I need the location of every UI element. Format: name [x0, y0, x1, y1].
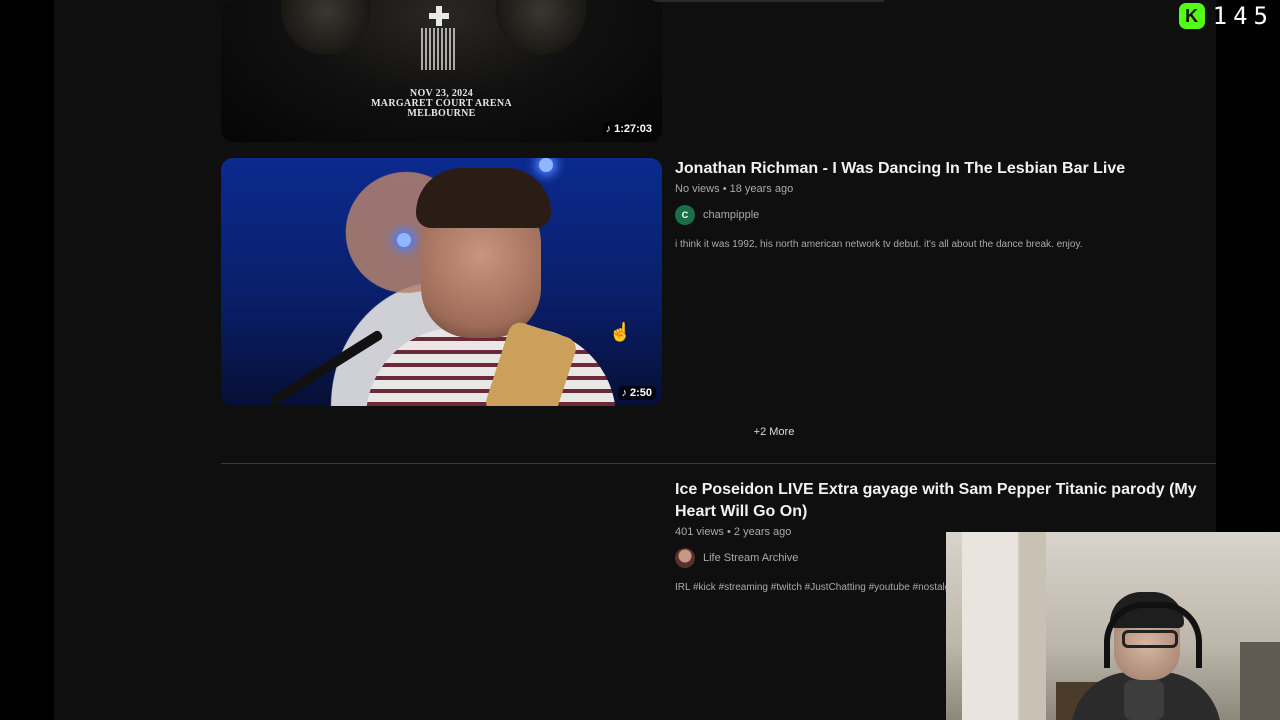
upload-age: 18 years ago — [729, 183, 794, 195]
stage-light-icon — [539, 158, 553, 172]
video-title[interactable]: Jonathan Richman - I Was Dancing In The … — [675, 158, 1215, 180]
video-stats: No views • 18 years ago — [675, 183, 1215, 195]
hand-cursor-icon: ☝ — [609, 322, 632, 342]
webcam-overlay — [946, 532, 1280, 720]
music-note-icon: ♪ — [605, 122, 612, 135]
video-title[interactable]: Ice Poseidon LIVE Extra gayage with Sam … — [675, 479, 1216, 523]
duration-badge: ♪ 2:50 — [618, 386, 656, 400]
channel-name[interactable]: Life Stream Archive — [703, 552, 798, 564]
video-meta-2: Jonathan Richman - I Was Dancing In The … — [675, 158, 1215, 250]
more-results-button[interactable]: +2 More — [724, 426, 824, 438]
view-count: 401 views — [675, 526, 724, 538]
poster-logo-bars — [421, 28, 457, 70]
channel-avatar[interactable] — [675, 548, 695, 568]
poster-cross-icon — [429, 6, 449, 26]
streamer-glasses — [1122, 630, 1178, 648]
channel-avatar[interactable]: C — [675, 205, 695, 225]
kick-viewer-badge: K 145 — [1178, 2, 1274, 30]
performer-hair — [416, 168, 551, 228]
section-divider — [221, 463, 1216, 464]
music-note-icon: ♪ — [621, 386, 627, 399]
webcam-door — [962, 532, 1020, 720]
video-description: i think it was 1992, his north american … — [675, 239, 1083, 250]
microphone-icon — [1124, 680, 1164, 720]
view-count: No views — [675, 183, 720, 195]
poster-figure-left — [281, 0, 371, 55]
poster-city: MELBOURNE — [407, 108, 476, 119]
stage-light-icon — [397, 233, 411, 247]
viewer-count: 145 — [1212, 2, 1274, 30]
stats-separator: • — [722, 183, 727, 195]
upload-age: 2 years ago — [733, 526, 792, 538]
channel-row[interactable]: C champipple — [675, 205, 1215, 225]
channel-name[interactable]: champipple — [703, 209, 759, 221]
microphone — [268, 329, 384, 406]
duration-text: 1:27:03 — [614, 123, 652, 135]
video-thumbnail-1[interactable]: NOV 23, 2024 MARGARET COURT ARENA MELBOU… — [221, 0, 662, 142]
webcam-wall-edge — [1020, 532, 1046, 720]
duration-badge: ♪ 1:27:03 — [602, 122, 656, 136]
poster-figure-right — [496, 0, 586, 55]
duration-text: 2:50 — [629, 387, 652, 399]
webcam-background-object — [1240, 642, 1280, 720]
stats-separator: • — [726, 526, 731, 538]
kick-logo-icon: K — [1178, 3, 1205, 29]
video-thumbnail-2[interactable]: ♪ 2:50 — [221, 158, 662, 406]
